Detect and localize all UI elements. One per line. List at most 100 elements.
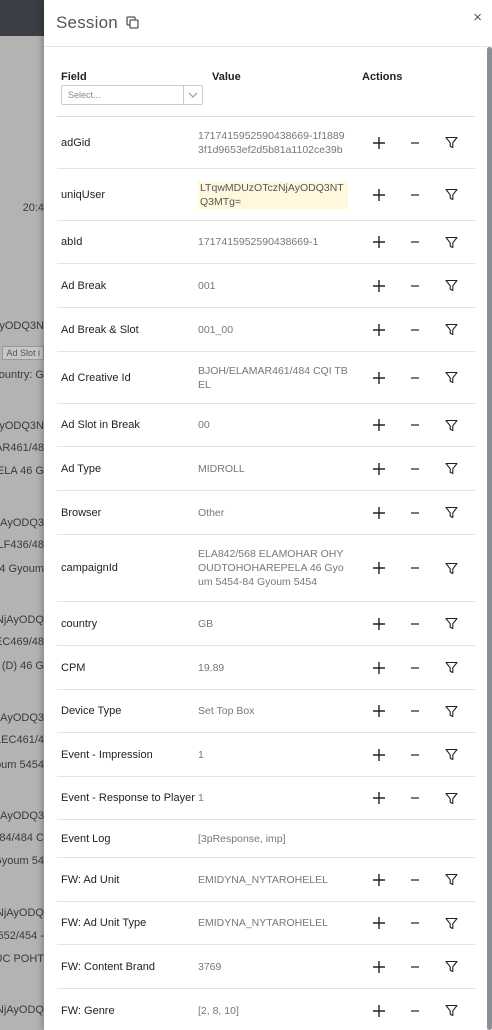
table-row: FW: Ad Unit Type EMIDYNA_NYTAROHELEL — [57, 902, 475, 945]
copy-icon[interactable] — [126, 16, 140, 30]
column-header-value: Value — [212, 71, 241, 83]
minus-icon[interactable] — [407, 417, 423, 433]
minus-icon[interactable] — [407, 278, 423, 294]
field-name: Event - Response to Player — [61, 792, 195, 804]
minus-icon[interactable] — [407, 370, 423, 386]
minus-icon[interactable] — [407, 616, 423, 632]
minus-icon[interactable] — [407, 790, 423, 806]
plus-icon[interactable] — [371, 872, 387, 888]
minus-icon[interactable] — [407, 872, 423, 888]
filter-icon[interactable] — [443, 747, 459, 763]
filter-icon[interactable] — [443, 660, 459, 676]
field-name: Ad Creative Id — [61, 371, 131, 384]
plus-icon[interactable] — [371, 915, 387, 931]
filter-icon[interactable] — [443, 370, 459, 386]
table-row: FW: Genre [2, 8, 10] — [57, 989, 475, 1030]
plus-icon[interactable] — [371, 1003, 387, 1019]
background-header — [0, 0, 44, 36]
minus-icon[interactable] — [407, 234, 423, 250]
filter-icon[interactable] — [443, 135, 459, 151]
field-value: ELA842/568 ELAMOHAR OHY OUDTOHOHAREPELA … — [198, 548, 344, 588]
table-header: Field Value Actions Select... — [57, 60, 475, 117]
background-text: NjAyODQ — [0, 907, 44, 919]
field-value: Set Top Box — [198, 705, 255, 717]
background-text: NjAyODQ3 — [0, 810, 44, 822]
minus-icon[interactable] — [407, 660, 423, 676]
plus-icon[interactable] — [371, 703, 387, 719]
plus-icon[interactable] — [371, 660, 387, 676]
table-row: FW: Content Brand 3769 — [57, 945, 475, 989]
close-icon[interactable]: × — [473, 10, 482, 25]
filter-icon[interactable] — [443, 790, 459, 806]
field-select[interactable]: Select... — [61, 85, 203, 105]
filter-icon[interactable] — [443, 703, 459, 719]
plus-icon[interactable] — [371, 322, 387, 338]
minus-icon[interactable] — [407, 461, 423, 477]
filter-icon[interactable] — [443, 560, 459, 576]
field-name: abId — [61, 236, 83, 248]
filter-icon[interactable] — [443, 417, 459, 433]
background-text: 20:4 — [22, 202, 44, 214]
plus-icon[interactable] — [371, 747, 387, 763]
table-row: FW: Ad Unit EMIDYNA_NYTAROHELEL — [57, 858, 475, 902]
background-text: ountry: G — [0, 369, 44, 381]
plus-icon[interactable] — [371, 417, 387, 433]
table-row: Event - Response to Player 1 — [57, 777, 475, 820]
field-name: Ad Break — [61, 279, 107, 292]
minus-icon[interactable] — [407, 1003, 423, 1019]
filter-icon[interactable] — [443, 278, 459, 294]
table-row: Event - Impression 1 — [57, 733, 475, 777]
filter-icon[interactable] — [443, 872, 459, 888]
plus-icon[interactable] — [371, 278, 387, 294]
table-row: uniqUser LTqwMDUzOTczNjAyODQ3NTQ3MTg= — [57, 169, 475, 221]
minus-icon[interactable] — [407, 322, 423, 338]
field-name: FW: Content Brand — [61, 960, 155, 973]
filter-icon[interactable] — [443, 322, 459, 338]
minus-icon[interactable] — [407, 959, 423, 975]
background-page: 20:4 AyODQ3N Ad Slot i ountry: G AyODQ3N AR46… — [0, 0, 44, 1030]
plus-icon[interactable] — [371, 959, 387, 975]
filter-icon[interactable] — [443, 187, 459, 203]
filter-icon[interactable] — [443, 461, 459, 477]
plus-icon[interactable] — [371, 370, 387, 386]
minus-icon[interactable] — [407, 505, 423, 521]
scrollbar-thumb[interactable] — [487, 47, 492, 1030]
plus-icon[interactable] — [371, 461, 387, 477]
filter-icon[interactable] — [443, 505, 459, 521]
column-header-field: Field — [61, 71, 87, 83]
background-text: 584/484 C — [0, 832, 44, 844]
plus-icon[interactable] — [371, 505, 387, 521]
filter-icon[interactable] — [443, 1003, 459, 1019]
plus-icon[interactable] — [371, 234, 387, 250]
table-row: CPM 19.89 — [57, 646, 475, 690]
table-body: adGid 1717415952590438669-1f18893f1d9653e… — [57, 117, 475, 1030]
drawer-title: Session — [56, 13, 118, 32]
field-name: CPM — [61, 661, 86, 674]
minus-icon[interactable] — [407, 560, 423, 576]
field-name: Ad Type — [61, 462, 102, 475]
plus-icon[interactable] — [371, 135, 387, 151]
minus-icon[interactable] — [407, 135, 423, 151]
plus-icon[interactable] — [371, 616, 387, 632]
plus-icon[interactable] — [371, 187, 387, 203]
filter-icon[interactable] — [443, 616, 459, 632]
filter-icon[interactable] — [443, 234, 459, 250]
field-select-placeholder: Select... — [68, 90, 101, 100]
background-text: ELF436/48 — [0, 539, 44, 551]
minus-icon[interactable] — [407, 703, 423, 719]
plus-icon[interactable] — [371, 560, 387, 576]
chevron-down-icon[interactable] — [183, 86, 202, 104]
plus-icon[interactable] — [371, 790, 387, 806]
filter-icon[interactable] — [443, 959, 459, 975]
field-value: Other — [198, 506, 225, 519]
field-value: 1717415952590438669-1f18893f1d9653ef2d5b… — [198, 129, 345, 156]
table-row: Ad Type MIDROLL — [57, 447, 475, 491]
field-name: FW: Ad Unit Type — [61, 917, 147, 929]
table-row: Ad Slot in Break 00 — [57, 404, 475, 447]
table-row: adGid 1717415952590438669-1f18893f1d9653e… — [57, 117, 475, 169]
minus-icon[interactable] — [407, 187, 423, 203]
filter-icon[interactable] — [443, 915, 459, 931]
table-row: Ad Break & Slot 001_00 — [57, 308, 475, 352]
minus-icon[interactable] — [407, 747, 423, 763]
minus-icon[interactable] — [407, 915, 423, 931]
